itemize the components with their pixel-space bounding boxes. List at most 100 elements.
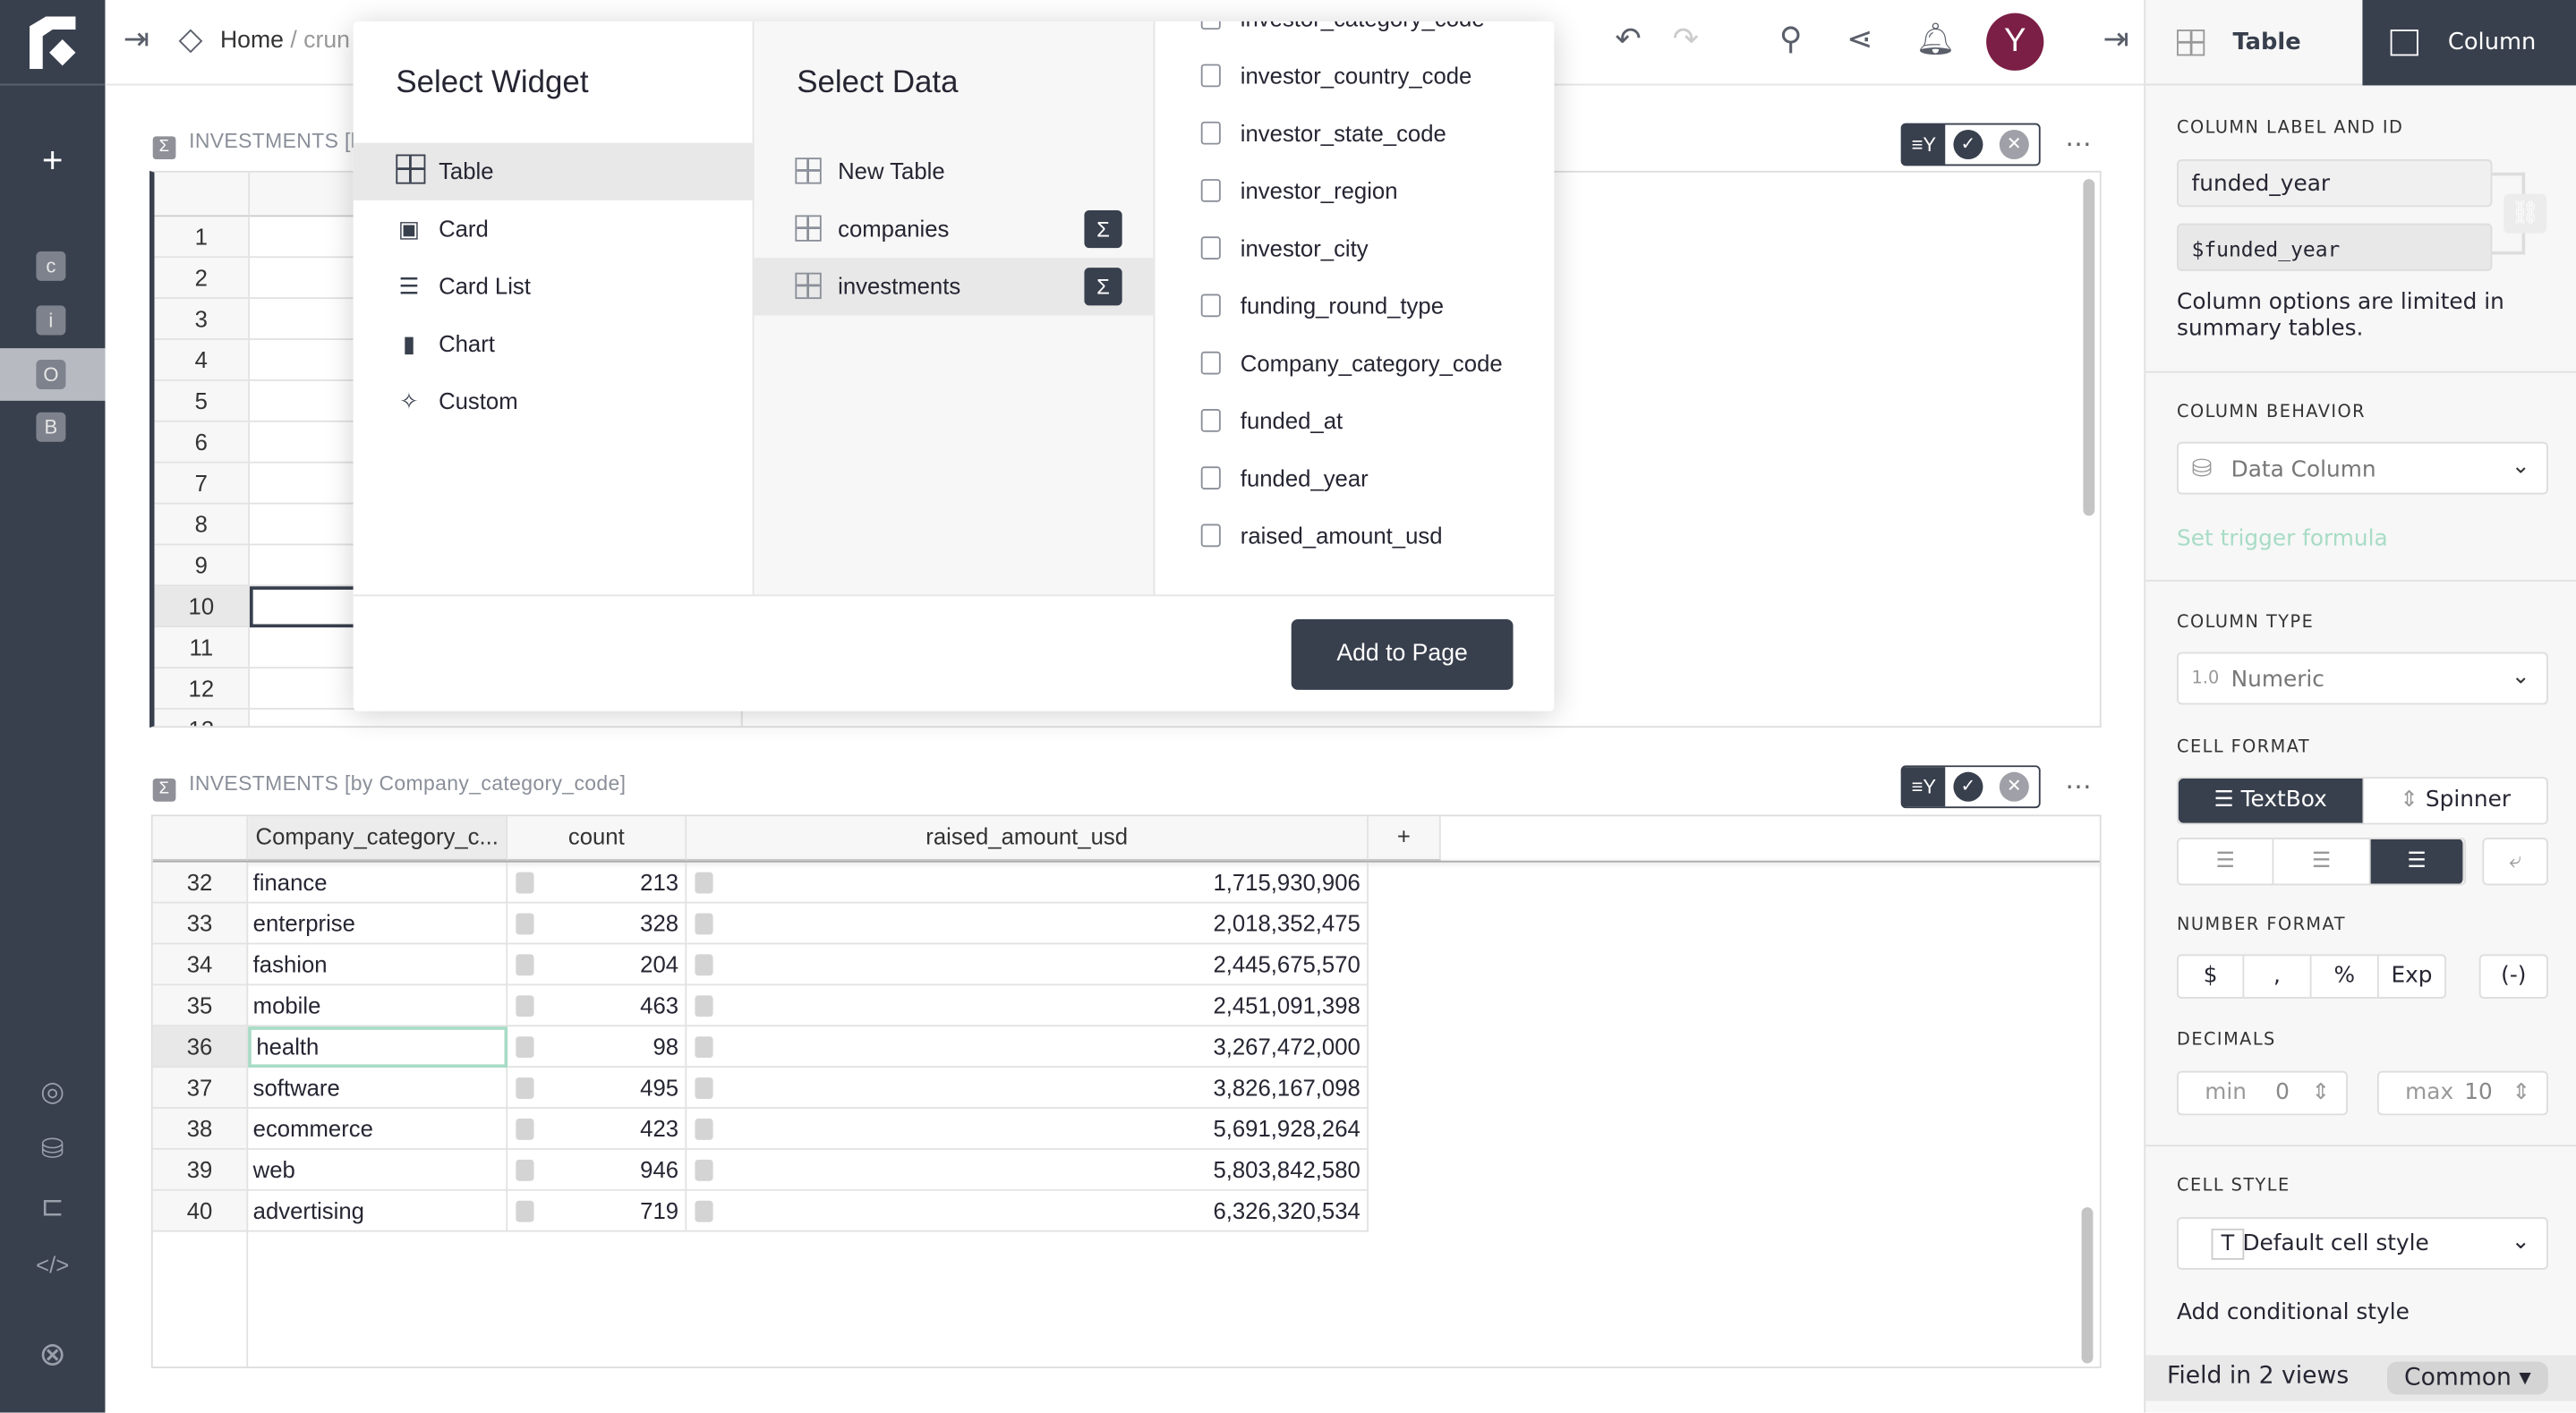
decimals-min-input[interactable]: min 0 ⇕ (2177, 1070, 2348, 1116)
field-option[interactable]: investor_city (1155, 220, 1554, 277)
raised-cell[interactable]: 2,018,352,475 (687, 903, 1369, 945)
breadcrumb-home[interactable]: Home (220, 28, 284, 54)
cell-style-select[interactable]: T Default cell style ⌄ (2177, 1217, 2548, 1270)
row-number[interactable]: 4 (154, 339, 250, 381)
tab-column[interactable]: Column (2362, 0, 2576, 86)
count-cell[interactable]: 495 (508, 1068, 687, 1109)
category-cell[interactable]: ecommerce (248, 1108, 508, 1150)
add-page-button[interactable]: + (33, 140, 73, 181)
count-cell[interactable]: 204 (508, 944, 687, 986)
add-to-page-button[interactable]: Add to Page (1291, 618, 1514, 690)
raised-cell[interactable]: 6,326,320,534 (687, 1190, 1369, 1232)
field-option[interactable]: investor_state_code (1155, 105, 1554, 162)
widget1-title[interactable]: Σ INVESTMENTS [b (152, 130, 363, 160)
category-cell[interactable]: software (248, 1068, 508, 1109)
count-cell[interactable]: 423 (508, 1108, 687, 1150)
count-cell[interactable]: 946 (508, 1149, 687, 1191)
field-option[interactable]: investor_category_code (1155, 21, 1554, 47)
redo-icon[interactable]: ↷ (1666, 21, 1705, 61)
count-cell[interactable]: 463 (508, 985, 687, 1027)
widget-tree-icon[interactable]: ⊏ (33, 1187, 73, 1227)
widget2-grid[interactable]: Company_category_c... count raised_amoun… (150, 814, 2102, 1368)
page-i[interactable]: i (36, 305, 66, 336)
sort-filter-icon[interactable]: ≡Y (1902, 767, 1946, 807)
row-number[interactable]: 5 (154, 380, 250, 422)
row-number[interactable]: 12 (154, 668, 250, 710)
set-trigger-formula-link[interactable]: Set trigger formula (2177, 525, 2388, 551)
raised-cell[interactable]: 1,715,930,906 (687, 862, 1369, 904)
row-number[interactable]: 32 (152, 862, 249, 904)
scrollbar[interactable] (2083, 179, 2095, 516)
number-format-button[interactable]: Exp (2379, 956, 2444, 997)
lifebuoy-icon[interactable]: ⊗ (33, 1335, 73, 1375)
page-o[interactable]: O (36, 359, 66, 390)
row-number[interactable]: 3 (154, 299, 250, 340)
collapse-right-icon[interactable]: ⇥ (2096, 21, 2136, 61)
widget-option-card[interactable]: ▣ Card (354, 200, 753, 258)
category-cell[interactable]: finance (248, 862, 508, 904)
avatar[interactable]: Y (1986, 13, 2044, 71)
page-b[interactable]: B (36, 412, 66, 442)
number-format-button[interactable]: , (2244, 956, 2312, 998)
field-option[interactable]: funded_year (1155, 450, 1554, 507)
decimals-max-input[interactable]: max 10 ⇕ (2376, 1070, 2548, 1116)
field-option[interactable]: investor_country_code (1155, 47, 1554, 105)
widget2-menu-icon[interactable]: ⋯ (2065, 770, 2091, 804)
eye-icon[interactable]: ◎ (33, 1073, 73, 1112)
row-number[interactable]: 1 (154, 217, 250, 259)
widget-option-table[interactable]: Table (353, 142, 753, 200)
row-number[interactable]: 9 (154, 545, 250, 587)
row-number[interactable]: 37 (152, 1068, 249, 1109)
field-option[interactable]: funded_at (1155, 393, 1554, 450)
table-option-investments[interactable]: investments Σ (752, 258, 1156, 316)
column-header-raised[interactable]: raised_amount_usd (687, 816, 1369, 861)
textbox-button[interactable]: ☰ TextBox (2178, 779, 2365, 823)
breadcrumb-doc[interactable]: crun (303, 28, 350, 54)
page-c[interactable]: c (36, 251, 66, 281)
row-number[interactable]: 11 (154, 627, 250, 669)
align-center-icon[interactable]: ☰ (2273, 838, 2371, 884)
spinner-arrows-icon[interactable]: ⇕ (2312, 1073, 2331, 1114)
revert-icon[interactable]: ✕ (1999, 130, 2029, 160)
add-column-button[interactable]: + (1368, 816, 1441, 861)
revert-icon[interactable]: ✕ (1999, 771, 2029, 802)
row-number[interactable]: 13 (154, 709, 250, 727)
category-cell[interactable]: advertising (248, 1190, 508, 1232)
field-option[interactable]: funding_round_type (1155, 277, 1554, 335)
raised-cell[interactable]: 5,803,842,580 (687, 1149, 1369, 1191)
table-cell[interactable] (250, 709, 743, 727)
widget-option-custom[interactable]: ✧ Custom (354, 373, 753, 430)
spinner-arrows-icon[interactable]: ⇕ (2512, 1073, 2530, 1114)
summary-table-button[interactable]: Σ (1084, 209, 1122, 249)
column-id-input[interactable]: $funded_year (2177, 223, 2493, 271)
align-left-icon[interactable]: ☰ (2179, 838, 2274, 884)
row-number[interactable]: 35 (152, 985, 249, 1027)
logo[interactable] (0, 0, 106, 86)
negative-format-button[interactable]: (-) (2478, 954, 2548, 999)
sort-filter-icon[interactable]: ≡Y (1902, 124, 1946, 165)
count-cell[interactable]: 213 (508, 862, 687, 904)
raised-cell[interactable]: 3,267,472,000 (687, 1026, 1369, 1068)
number-format-button[interactable]: % (2312, 956, 2379, 998)
field-option[interactable]: raised_amount_usd (1155, 507, 1554, 565)
row-number[interactable]: 2 (154, 258, 250, 300)
wrap-text-icon[interactable]: ⤶ (2482, 838, 2548, 886)
count-cell[interactable]: 98 (508, 1026, 687, 1068)
row-number[interactable]: 36 (152, 1026, 249, 1068)
number-format-button[interactable]: $ (2179, 956, 2245, 998)
column-type-select[interactable]: 1.0 Numeric ⌄ (2177, 651, 2548, 705)
column-behavior-select[interactable]: ⛁ Data Column ⌄ (2177, 441, 2548, 495)
widget2-title[interactable]: Σ INVESTMENTS [by Company_category_code] (152, 772, 627, 802)
column-header-category[interactable]: Company_category_c... (248, 816, 508, 861)
widget-option-card-list[interactable]: ☰ Card List (354, 258, 753, 315)
code-icon[interactable]: </> (33, 1245, 73, 1284)
row-number[interactable]: 7 (154, 463, 250, 505)
category-cell[interactable]: fashion (248, 944, 508, 986)
share-icon[interactable]: ⋖ (1840, 21, 1880, 61)
widget-option-chart[interactable]: ▮ Chart (354, 315, 753, 372)
raised-cell[interactable]: 2,445,675,570 (687, 944, 1369, 986)
table-option-companies[interactable]: companies Σ (753, 200, 1156, 258)
undo-icon[interactable]: ↶ (1608, 21, 1648, 61)
count-cell[interactable]: 719 (508, 1190, 687, 1232)
database-icon[interactable]: ⛁ (33, 1130, 73, 1170)
